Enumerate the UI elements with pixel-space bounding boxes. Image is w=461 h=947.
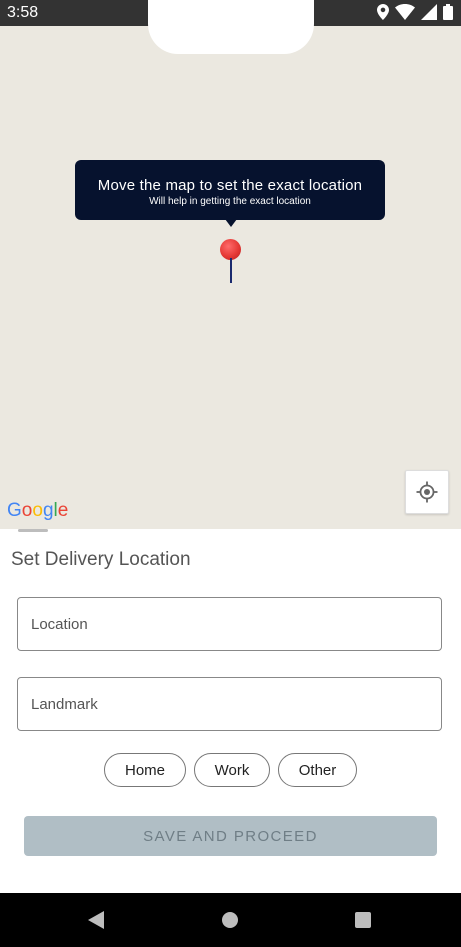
map-pin-icon — [220, 239, 241, 260]
my-location-button[interactable] — [405, 470, 449, 514]
location-icon — [377, 4, 389, 20]
map-tooltip: Move the map to set the exact location W… — [75, 160, 385, 220]
location-field[interactable] — [17, 597, 442, 651]
status-time: 3:58 — [7, 4, 39, 21]
back-icon[interactable] — [87, 911, 105, 929]
landmark-input[interactable] — [18, 678, 441, 730]
save-and-proceed-button[interactable]: SAVE AND PROCEED — [24, 816, 437, 856]
crosshair-icon — [416, 481, 438, 503]
chip-home[interactable]: Home — [104, 753, 186, 787]
battery-icon — [443, 4, 453, 20]
map-pin-stick — [230, 258, 232, 283]
chip-work[interactable]: Work — [194, 753, 270, 787]
tooltip-arrow — [225, 219, 237, 227]
location-input[interactable] — [18, 598, 441, 650]
sheet-title: Set Delivery Location — [11, 549, 191, 570]
google-logo: Google — [7, 500, 69, 521]
recents-icon[interactable] — [355, 912, 371, 928]
tooltip-title: Move the map to set the exact location — [97, 177, 363, 194]
home-icon[interactable] — [222, 912, 238, 928]
landmark-field[interactable] — [17, 677, 442, 731]
tooltip-subtitle: Will help in getting the exact location — [149, 196, 311, 207]
wifi-icon — [395, 4, 415, 20]
camera-notch — [148, 0, 314, 54]
sheet-handle[interactable] — [18, 529, 48, 532]
signal-icon — [421, 4, 437, 20]
status-icons — [377, 4, 453, 20]
chip-other[interactable]: Other — [278, 753, 357, 787]
